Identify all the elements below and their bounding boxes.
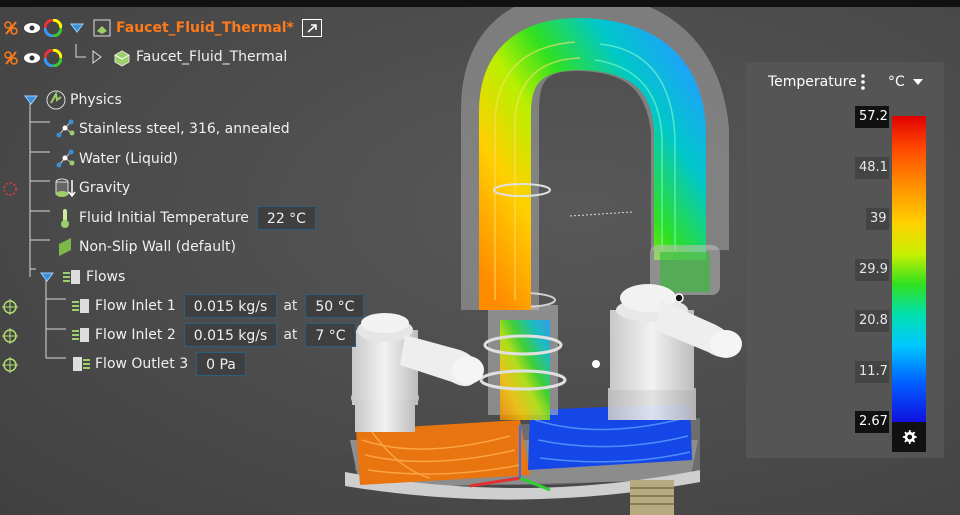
flow-inlet-2-temp-field[interactable]: 7 °C: [305, 323, 356, 347]
3d-viewport[interactable]: Faucet_Fluid_Thermal* Faucet_Fluid_Therm…: [0, 7, 960, 515]
flow-inlet-1-label: Flow Inlet 1: [95, 298, 176, 314]
eye-icon[interactable]: [22, 19, 42, 37]
flow-inlet-2-rate-field[interactable]: 0.015 kg/s: [183, 323, 278, 347]
legend-min-value[interactable]: 2.67: [855, 411, 889, 433]
color-wheel-icon[interactable]: [43, 18, 63, 38]
tree-item-gravity[interactable]: Gravity: [54, 175, 130, 201]
tree-item-flow-outlet-3[interactable]: Flow Outlet 3 0 Pa: [70, 351, 246, 377]
solid-material-label: Stainless steel, 316, annealed: [79, 121, 290, 137]
initial-temperature-field[interactable]: 22 °C: [256, 206, 316, 230]
tree-item-flow-inlet-2[interactable]: Flow Inlet 2 0.015 kg/s at 7 °C: [70, 322, 356, 348]
initial-temperature-label: Fluid Initial Temperature: [79, 210, 249, 226]
material-molecule-icon: [54, 148, 76, 170]
top-toolbar-strip: [0, 0, 960, 7]
thermometer-icon: [54, 207, 76, 229]
chevron-down-icon: [912, 79, 923, 85]
tree-item-physics[interactable]: Physics: [20, 87, 122, 113]
material-molecule-icon: [54, 118, 76, 140]
tree-item-solid-material[interactable]: Stainless steel, 316, annealed: [54, 116, 290, 142]
eye-icon[interactable]: [22, 49, 42, 67]
tree-item-flow-inlet-1[interactable]: Flow Inlet 1 0.015 kg/s at 50 °C: [70, 293, 365, 319]
legend-max-value[interactable]: 57.2: [855, 106, 889, 128]
tree-item-fluid-material[interactable]: Water (Liquid): [54, 146, 178, 172]
tree-item-assembly[interactable]: Faucet_Fluid_Thermal*: [66, 15, 322, 41]
crosshair-icon[interactable]: [0, 326, 20, 346]
flow-inlet-1-temp-field[interactable]: 50 °C: [305, 294, 365, 318]
crosshair-icon[interactable]: [0, 355, 20, 375]
gravity-label: Gravity: [79, 180, 131, 196]
expand-caret-icon[interactable]: [66, 17, 88, 39]
expand-caret-icon[interactable]: [36, 266, 58, 288]
tree-item-wall[interactable]: Non-Slip Wall (default): [54, 234, 236, 260]
simulation-tree-panel: Faucet_Fluid_Thermal* Faucet_Fluid_Therm…: [0, 7, 365, 387]
part-label: Faucet_Fluid_Thermal: [136, 49, 288, 65]
legend-tick: 11.7: [855, 361, 889, 383]
wall-label: Non-Slip Wall (default): [79, 239, 236, 255]
visibility-toggle-icon[interactable]: [2, 19, 20, 37]
legend-tick: 29.9: [855, 259, 889, 281]
legend-title: Temperature: [768, 74, 857, 90]
legend-tick: 39: [866, 208, 889, 230]
tree-item-flows[interactable]: Flows: [36, 264, 125, 290]
wall-icon: [54, 236, 76, 258]
expand-caret-icon[interactable]: [20, 89, 42, 111]
gravity-marker-icon[interactable]: [0, 179, 20, 199]
fluid-material-label: Water (Liquid): [79, 151, 178, 167]
assembly-title[interactable]: Faucet_Fluid_Thermal*: [116, 20, 294, 36]
part-icon: [111, 46, 133, 68]
at-label: at: [283, 298, 298, 314]
gear-icon[interactable]: [892, 422, 926, 452]
crosshair-icon[interactable]: [0, 297, 20, 317]
flow-icon: [61, 266, 83, 288]
collapsed-caret-icon[interactable]: [86, 46, 108, 68]
flow-inlet-1-rate-field[interactable]: 0.015 kg/s: [183, 294, 278, 318]
flow-outlet-icon: [70, 353, 92, 375]
tree-item-initial-temperature[interactable]: Fluid Initial Temperature 22 °C: [54, 205, 316, 231]
color-bar: [892, 116, 926, 422]
temperature-legend-panel: Temperature °C 57.2 48.1 39 29.9 20.8 11…: [746, 62, 944, 458]
more-options-icon[interactable]: [858, 72, 868, 92]
at-label: at: [283, 327, 298, 343]
physics-icon: [45, 89, 67, 111]
flow-inlet-2-label: Flow Inlet 2: [95, 327, 176, 343]
visibility-toggle-icon[interactable]: [2, 49, 20, 67]
flow-inlet-icon: [70, 324, 92, 346]
flow-inlet-icon: [70, 295, 92, 317]
physics-label: Physics: [70, 92, 122, 108]
unit-dropdown[interactable]: °C: [888, 74, 923, 90]
tree-item-part[interactable]: Faucet_Fluid_Thermal: [86, 44, 287, 70]
legend-tick: 20.8: [855, 310, 889, 332]
gravity-icon: [54, 177, 76, 199]
legend-tick: 48.1: [855, 157, 889, 179]
color-wheel-icon[interactable]: [43, 48, 63, 68]
flow-outlet-3-pressure-field[interactable]: 0 Pa: [196, 352, 246, 376]
unit-label: °C: [888, 74, 905, 90]
open-external-icon[interactable]: [301, 19, 322, 37]
flows-label: Flows: [86, 269, 126, 285]
flow-outlet-3-label: Flow Outlet 3: [95, 356, 189, 372]
assembly-icon: [91, 17, 113, 39]
